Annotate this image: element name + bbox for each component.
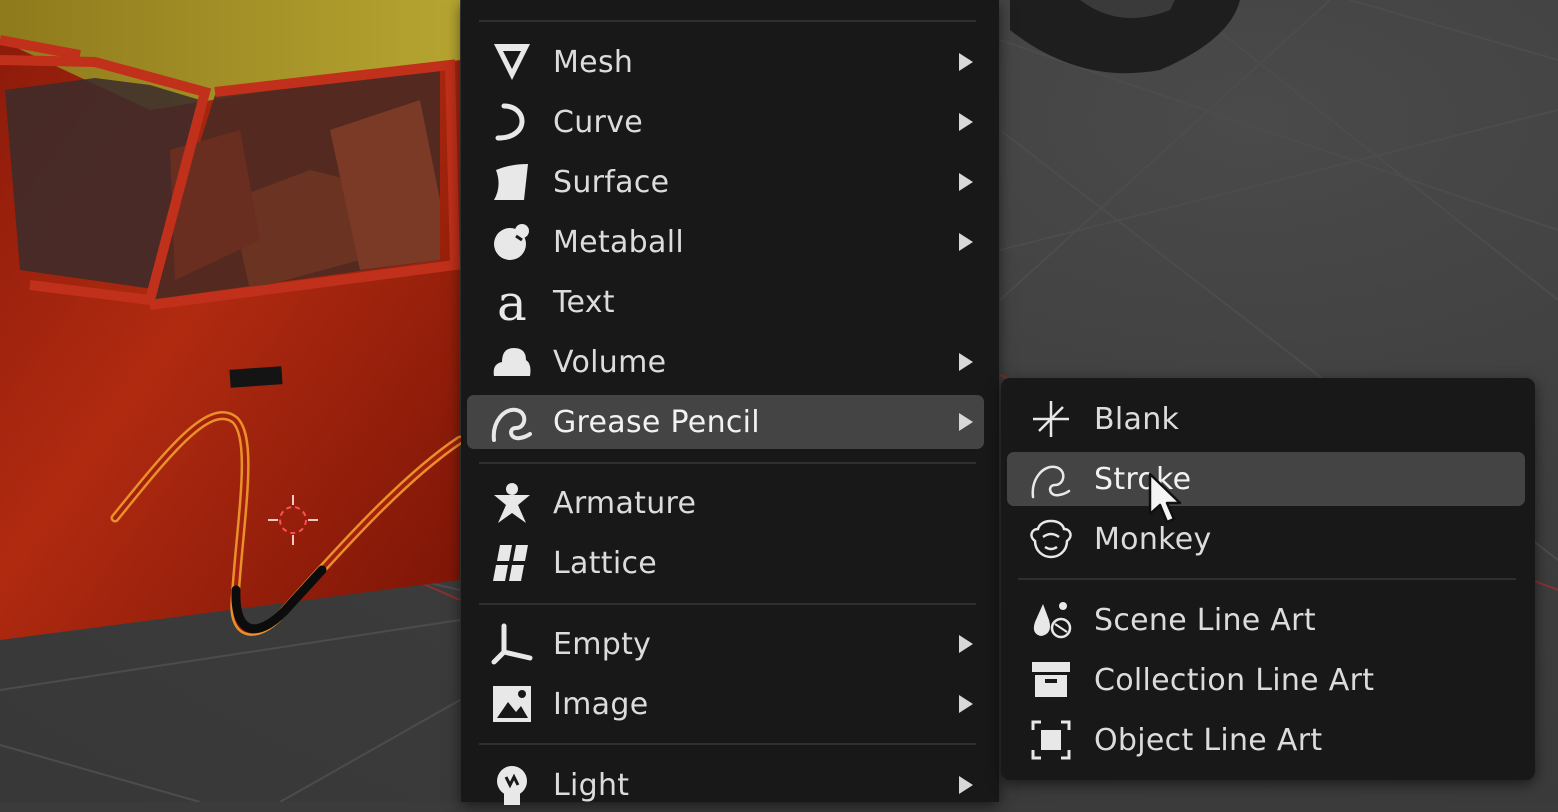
door-handle: [229, 366, 283, 388]
submenu-arrow-icon: [959, 353, 973, 371]
submenu-item-stroke[interactable]: Stroke: [1007, 452, 1525, 506]
submenu-item-scene-line-art[interactable]: Scene Line Art: [1007, 593, 1525, 647]
armature-icon: [489, 480, 535, 526]
submenu-arrow-icon: [959, 413, 973, 431]
scene-line-art-icon: [1028, 597, 1074, 643]
menu-item-armature[interactable]: Armature: [467, 476, 984, 530]
menu-item-text[interactable]: a Text: [467, 275, 984, 329]
submenu-item-label: Scene Line Art: [1094, 602, 1316, 638]
menu-item-light[interactable]: Light: [467, 758, 984, 812]
grease-pencil-icon: [489, 399, 535, 445]
collection-line-art-icon: [1028, 657, 1074, 703]
submenu-item-blank[interactable]: Blank: [1007, 392, 1525, 446]
menu-item-volume[interactable]: Volume: [467, 335, 984, 389]
menu-separator: [479, 743, 976, 745]
menu-item-label: Surface: [553, 164, 670, 200]
volume-icon: [489, 339, 535, 385]
grease-pencil-submenu: Blank Stroke Monkey Scene Line Art Colle…: [1001, 378, 1535, 780]
menu-item-label: Metaball: [553, 224, 684, 260]
mouse-pointer-icon: [1148, 472, 1184, 532]
menu-item-label: Grease Pencil: [553, 404, 760, 440]
submenu-item-collection-line-art[interactable]: Collection Line Art: [1007, 653, 1525, 707]
menu-separator: [479, 462, 976, 464]
menu-item-label: Volume: [553, 344, 667, 380]
menu-item-label: Image: [553, 686, 649, 722]
submenu-item-monkey[interactable]: Monkey: [1007, 512, 1525, 566]
submenu-arrow-icon: [959, 173, 973, 191]
light-icon: [489, 762, 535, 808]
submenu-arrow-icon: [959, 233, 973, 251]
submenu-arrow-icon: [959, 113, 973, 131]
menu-separator: [479, 20, 976, 22]
object-line-art-icon: [1028, 717, 1074, 763]
menu-separator: [479, 603, 976, 605]
submenu-item-label: Collection Line Art: [1094, 662, 1375, 698]
submenu-item-object-line-art[interactable]: Object Line Art: [1007, 713, 1525, 767]
mesh-icon: [489, 39, 535, 85]
menu-item-label: Lattice: [553, 545, 658, 581]
menu-item-label: Mesh: [553, 44, 634, 80]
lattice-icon: [489, 540, 535, 586]
menu-separator: [1018, 578, 1516, 580]
menu-item-curve[interactable]: Curve: [467, 95, 984, 149]
menu-item-grease-pencil[interactable]: Grease Pencil: [467, 395, 984, 449]
submenu-arrow-icon: [959, 695, 973, 713]
menu-item-mesh[interactable]: Mesh: [467, 35, 984, 89]
curve-icon: [489, 99, 535, 145]
menu-item-label: Armature: [553, 485, 697, 521]
menu-item-label: Text: [553, 284, 615, 320]
menu-item-label: Empty: [553, 626, 652, 662]
menu-item-surface[interactable]: Surface: [467, 155, 984, 209]
svg-text:a: a: [497, 280, 527, 324]
stroke-icon: [1028, 456, 1074, 502]
submenu-arrow-icon: [959, 53, 973, 71]
add-object-menu: Mesh Curve Surface Metaball a Text Volum…: [461, 0, 999, 805]
submenu-arrow-icon: [959, 776, 973, 794]
monkey-icon: [1028, 516, 1074, 562]
submenu-arrow-icon: [959, 635, 973, 653]
menu-item-empty[interactable]: Empty: [467, 617, 984, 671]
menu-item-label: Curve: [553, 104, 644, 140]
text-icon: a: [489, 279, 535, 325]
submenu-item-label: Object Line Art: [1094, 722, 1323, 758]
menu-item-label: Light: [553, 767, 630, 803]
blank-icon: [1028, 396, 1074, 442]
menu-item-metaball[interactable]: Metaball: [467, 215, 984, 269]
metaball-icon: [489, 219, 535, 265]
empty-icon: [489, 621, 535, 667]
image-icon: [489, 681, 535, 727]
menu-item-image[interactable]: Image: [467, 677, 984, 731]
menu-item-lattice[interactable]: Lattice: [467, 536, 984, 590]
submenu-item-label: Blank: [1094, 401, 1180, 437]
surface-icon: [489, 159, 535, 205]
